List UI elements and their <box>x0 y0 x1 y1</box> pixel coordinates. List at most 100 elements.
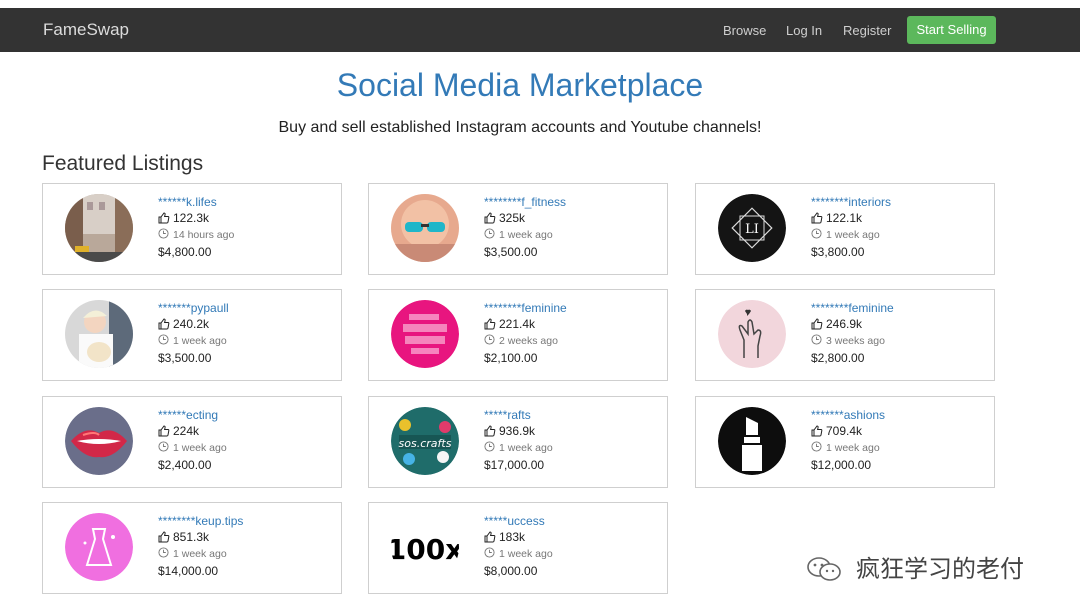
start-selling-button[interactable]: Start Selling <box>907 16 996 44</box>
nav-browse-link[interactable]: Browse <box>723 23 766 38</box>
listing-handle-link[interactable]: ******k.lifes <box>158 194 234 210</box>
likes-value: 122.1k <box>826 211 863 225</box>
listing-card[interactable]: ********f_fitness 325k 1 week ago $3,500.00 <box>368 183 668 275</box>
listing-avatar[interactable] <box>718 407 786 475</box>
listing-info: ********interiors 122.1k 1 week ago $3,800.… <box>811 194 891 261</box>
time-value: 1 week ago <box>499 548 553 560</box>
thumbs-up-icon <box>484 425 496 437</box>
listing-card[interactable]: ********feminine 246.9k 3 weeks ago $2,800.… <box>695 289 995 381</box>
listing-info: *******pypaull 240.2k 1 week ago $3,500.00 <box>158 300 229 367</box>
listing-avatar[interactable] <box>65 513 133 581</box>
time-value: 1 week ago <box>499 229 553 241</box>
listing-handle-link[interactable]: *****rafts <box>484 407 553 423</box>
listing-price: $4,800.00 <box>158 245 212 259</box>
time-value: 1 week ago <box>173 442 227 454</box>
listing-likes: 183k <box>484 529 553 546</box>
time-value: 1 week ago <box>499 442 553 454</box>
listing-likes: 122.3k <box>158 210 234 227</box>
listing-card[interactable]: ********keup.tips 851.3k 1 week ago $14,000… <box>42 502 342 594</box>
likes-value: 183k <box>499 530 526 544</box>
listing-handle-link[interactable]: ******ecting <box>158 407 227 423</box>
listing-avatar[interactable] <box>718 300 786 368</box>
watermark-text: 疯狂学习的老付 <box>856 556 1024 583</box>
listing-avatar[interactable]: sos.crafts <box>391 407 459 475</box>
clock-icon <box>484 547 496 559</box>
nav-login-link[interactable]: Log In <box>786 23 822 38</box>
listing-handle-link[interactable]: ********f_fitness <box>484 194 566 210</box>
listing-card[interactable]: sos.crafts *****rafts 936.9k 1 week ago $17,… <box>368 396 668 488</box>
clock-icon <box>158 547 170 559</box>
top-strip <box>0 0 1080 8</box>
listing-time: 1 week ago <box>484 546 553 563</box>
listing-price: $2,800.00 <box>811 351 865 365</box>
listing-handle-link[interactable]: ********keup.tips <box>158 513 243 529</box>
listing-likes: 936.9k <box>484 423 553 440</box>
listing-time: 1 week ago <box>811 440 885 457</box>
listing-price: $17,000.00 <box>484 458 545 472</box>
time-value: 1 week ago <box>826 229 880 241</box>
listing-avatar[interactable] <box>391 194 459 262</box>
thumbs-up-icon <box>811 318 823 330</box>
listing-handle-link[interactable]: ********interiors <box>811 194 891 210</box>
listing-info: ********feminine 246.9k 3 weeks ago $2,800.… <box>811 300 894 367</box>
listing-avatar[interactable] <box>65 194 133 262</box>
listing-likes: 325k <box>484 210 566 227</box>
listing-likes: 240.2k <box>158 316 229 333</box>
listing-likes: 709.4k <box>811 423 885 440</box>
thumbs-up-icon <box>484 531 496 543</box>
listing-card[interactable]: ********feminine 221.4k 2 weeks ago $2,100.… <box>368 289 668 381</box>
listing-info: *******ashions 709.4k 1 week ago $12,000.00 <box>811 407 885 474</box>
listing-avatar[interactable]: LI <box>718 194 786 262</box>
time-value: 14 hours ago <box>173 229 235 241</box>
listing-time: 1 week ago <box>158 546 243 563</box>
listing-card[interactable]: 100x *****uccess 183k 1 week ago $8,000.00 <box>368 502 668 594</box>
likes-value: 221.4k <box>499 317 536 331</box>
nav-register-link[interactable]: Register <box>843 23 891 38</box>
listing-card[interactable]: ******k.lifes 122.3k 14 hours ago $4,800.00 <box>42 183 342 275</box>
svg-text:100x: 100x <box>391 533 459 566</box>
listing-card[interactable]: *******ashions 709.4k 1 week ago $12,000.00 <box>695 396 995 488</box>
listing-time: 1 week ago <box>811 227 891 244</box>
listing-info: ******k.lifes 122.3k 14 hours ago $4,800.00 <box>158 194 234 261</box>
listing-time: 1 week ago <box>158 440 227 457</box>
listing-likes: 851.3k <box>158 529 243 546</box>
listing-avatar[interactable]: 100x <box>391 513 459 581</box>
clock-icon <box>484 228 496 240</box>
likes-value: 851.3k <box>173 530 210 544</box>
listing-time: 2 weeks ago <box>484 333 567 350</box>
time-value: 3 weeks ago <box>826 335 885 347</box>
featured-listings-heading: Featured Listings <box>42 152 204 175</box>
listing-handle-link[interactable]: ********feminine <box>811 300 894 316</box>
listing-handle-link[interactable]: ********feminine <box>484 300 567 316</box>
listing-handle-link[interactable]: *******ashions <box>811 407 885 423</box>
svg-text:sos.crafts: sos.crafts <box>399 437 452 450</box>
thumbs-up-icon <box>158 425 170 437</box>
listing-card[interactable]: *******pypaull 240.2k 1 week ago $3,500.00 <box>42 289 342 381</box>
listing-price: $12,000.00 <box>811 458 872 472</box>
brand-logo[interactable]: FameSwap <box>43 20 129 40</box>
page-subtitle: Buy and sell established Instagram accou… <box>278 119 762 136</box>
listing-price: $14,000.00 <box>158 564 219 578</box>
clock-icon <box>484 334 496 346</box>
listing-avatar[interactable] <box>65 407 133 475</box>
listing-price: $2,400.00 <box>158 458 212 472</box>
listing-card[interactable]: LI ********interiors 122.1k 1 week ago $3,80… <box>695 183 995 275</box>
clock-icon <box>811 228 823 240</box>
likes-value: 325k <box>499 211 526 225</box>
listing-time: 14 hours ago <box>158 227 234 244</box>
clock-icon <box>811 334 823 346</box>
listing-handle-link[interactable]: *****uccess <box>484 513 553 529</box>
listing-price: $3,500.00 <box>158 351 212 365</box>
listing-avatar[interactable] <box>65 300 133 368</box>
listing-card[interactable]: ******ecting 224k 1 week ago $2,400.00 <box>42 396 342 488</box>
thumbs-up-icon <box>484 212 496 224</box>
likes-value: 122.3k <box>173 211 210 225</box>
clock-icon <box>811 441 823 453</box>
listing-price: $8,000.00 <box>484 564 538 578</box>
clock-icon <box>158 441 170 453</box>
listing-handle-link[interactable]: *******pypaull <box>158 300 229 316</box>
thumbs-up-icon <box>158 531 170 543</box>
listing-avatar[interactable] <box>391 300 459 368</box>
thumbs-up-icon <box>158 318 170 330</box>
likes-value: 240.2k <box>173 317 210 331</box>
